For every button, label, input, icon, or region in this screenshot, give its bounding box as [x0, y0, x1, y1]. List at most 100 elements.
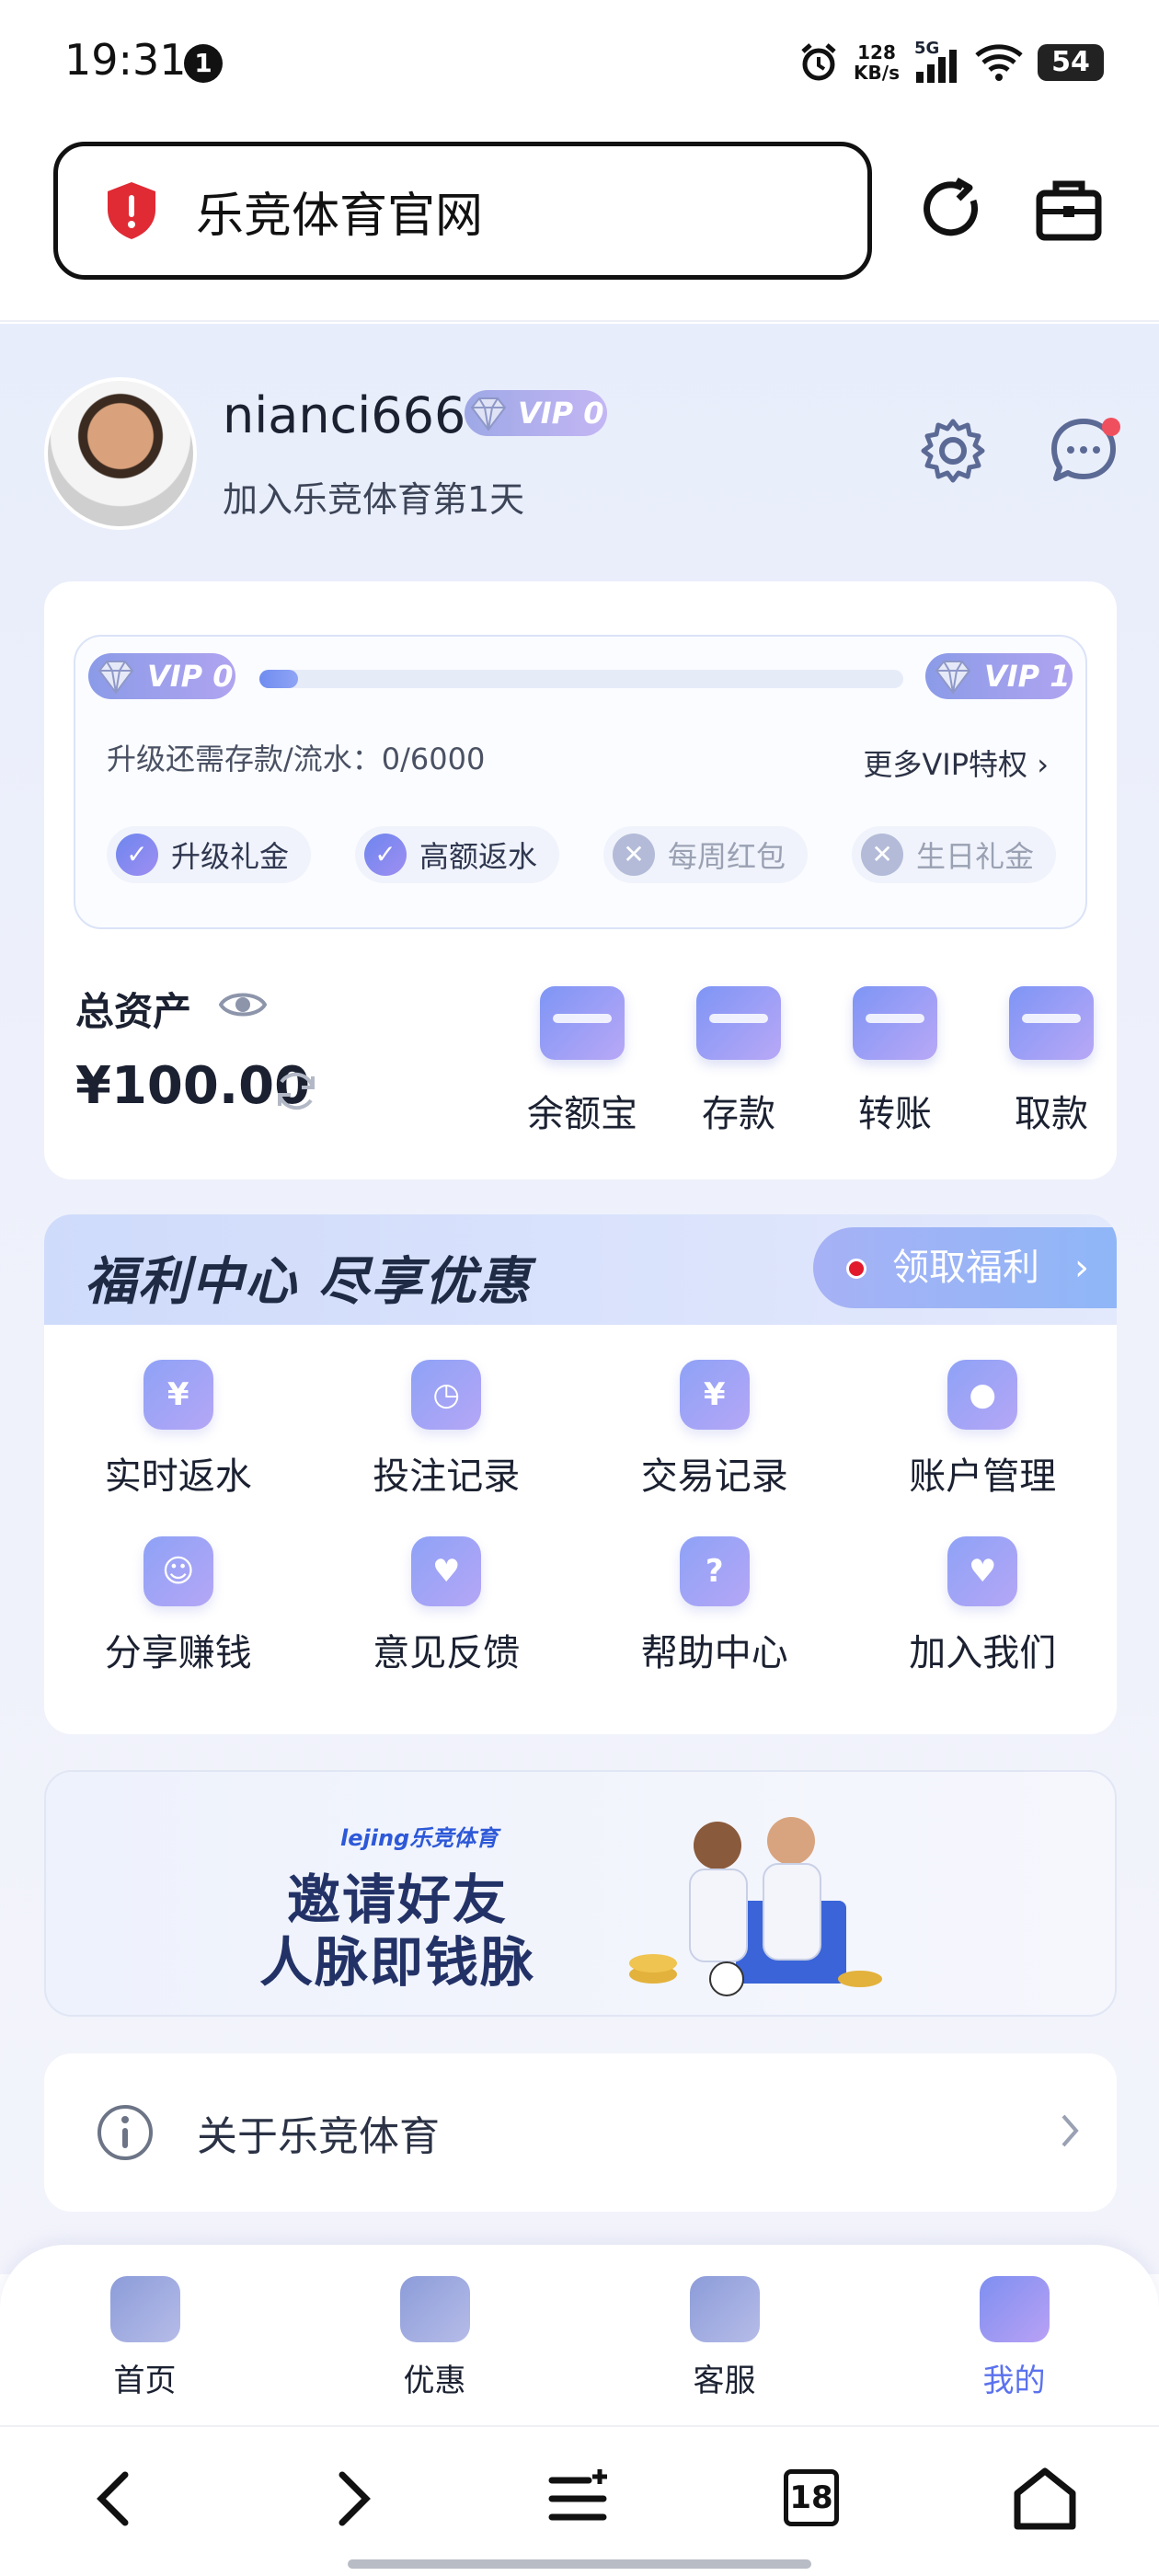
next-vip-pill: VIP 1	[925, 653, 1073, 699]
browser-nav-bar: 18	[0, 2425, 1159, 2576]
notification-count-badge: 1	[184, 44, 223, 83]
vip-progress-bar	[259, 670, 903, 688]
user-hexagon-icon: ●	[947, 1360, 1018, 1430]
calendar-yuan-icon: ¥	[679, 1360, 750, 1430]
withdraw-icon	[1009, 986, 1094, 1060]
perk-item: ✕ 每周红包	[603, 826, 809, 883]
promo-ticket-icon	[399, 2276, 470, 2342]
icon-glyph: ¥	[703, 1376, 726, 1413]
diamond-icon	[98, 661, 134, 695]
deposit-button[interactable]: 存款	[660, 986, 817, 1137]
status-time: 19:31	[64, 35, 187, 85]
signal-type: 5G	[914, 39, 940, 58]
welfare-item-join[interactable]: ♥ 加入我们	[849, 1536, 1118, 1676]
icon-glyph: ♥	[432, 1553, 461, 1590]
red-dot-icon	[846, 1259, 866, 1279]
fund-action-label: 取款	[1015, 1093, 1088, 1135]
tab-label: 优惠	[403, 2363, 466, 2399]
upgrade-requirement: 升级还需存款/流水：0/6000	[107, 742, 486, 776]
tab-count: 18	[784, 2469, 839, 2526]
claim-welfare-button[interactable]: 领取福利 ›	[813, 1227, 1117, 1308]
security-warning-shield-icon[interactable]	[104, 180, 159, 241]
more-vip-label: 更多VIP特权	[863, 747, 1028, 782]
about-row[interactable]: 关于乐竞体育	[44, 2053, 1117, 2212]
welfare-item-account[interactable]: ● 账户管理	[849, 1360, 1118, 1500]
forward-icon[interactable]	[315, 2462, 388, 2536]
transfer-icon	[853, 986, 937, 1060]
icon-glyph: ¥	[166, 1376, 189, 1413]
home-icon	[109, 2276, 180, 2342]
money-bag-icon: ¥	[143, 1360, 213, 1430]
chevron-right-icon: ›	[1074, 1247, 1089, 1289]
tab-profile[interactable]: 我的	[869, 2245, 1159, 2425]
welfare-item-transactions[interactable]: ¥ 交易记录	[580, 1360, 849, 1500]
welfare-item-rebate[interactable]: ¥ 实时返水	[44, 1360, 313, 1500]
reload-icon[interactable]	[916, 173, 990, 247]
check-icon: ✓	[364, 834, 407, 876]
transfer-button[interactable]: 转账	[817, 986, 973, 1137]
banner-subheadline: 人脉即钱脉	[259, 1931, 536, 1994]
invite-friends-banner[interactable]: lejing乐竞体育 邀请好友 人脉即钱脉	[44, 1770, 1117, 2017]
welfare-item-label: 账户管理	[909, 1455, 1057, 1498]
brand-logo: lejing乐竞体育	[340, 1825, 499, 1851]
main-content[interactable]: nianci666 VIP 0 加入乐竞体育第1天 VIP 0 VIP 1 升级…	[0, 324, 1159, 2274]
welfare-item-label: 加入我们	[909, 1632, 1057, 1674]
tab-promotions[interactable]: 优惠	[290, 2245, 580, 2425]
cell-signal-icon: 5G	[914, 39, 960, 83]
welfare-item-help[interactable]: ? 帮助中心	[580, 1536, 849, 1676]
welfare-item-label: 实时返水	[104, 1455, 252, 1498]
alarm-icon	[801, 43, 836, 81]
tab-label: 首页	[113, 2363, 177, 2399]
perk-label: 高额返水	[419, 839, 538, 874]
yuebao-button[interactable]: 余额宝	[504, 986, 660, 1137]
perk-item: ✓ 高额返水	[355, 826, 560, 883]
tab-customer-service[interactable]: 客服	[580, 2245, 869, 2425]
icon-glyph: ?	[705, 1553, 724, 1590]
vip-progress-fill	[259, 670, 298, 688]
toolbox-icon[interactable]	[1032, 173, 1106, 247]
total-assets-label: 总资产	[75, 989, 192, 1034]
status-icons: 128 KB/s 5G 54	[798, 37, 1104, 88]
icon-glyph: ☺	[162, 1553, 195, 1590]
info-icon	[98, 2105, 153, 2160]
tab-home[interactable]: 首页	[0, 2245, 290, 2425]
status-bar: 19:31 1 128 KB/s 5G 54	[0, 0, 1159, 129]
home-icon[interactable]	[1008, 2462, 1082, 2536]
welfare-item-label: 分享赚钱	[104, 1632, 252, 1674]
welfare-item-share[interactable]: ☺ 分享赚钱	[44, 1536, 313, 1676]
withdraw-button[interactable]: 取款	[973, 986, 1130, 1137]
icon-glyph: ◷	[432, 1376, 461, 1413]
tabs-button[interactable]: 18	[784, 2462, 857, 2536]
tab-label: 我的	[982, 2363, 1046, 2399]
settings-gear-icon[interactable]	[918, 416, 988, 486]
welfare-item-label: 意见反馈	[373, 1632, 521, 1674]
welfare-item-bet-records[interactable]: ◷ 投注记录	[313, 1360, 581, 1500]
join-heart-icon: ♥	[947, 1536, 1018, 1606]
chevron-right-icon: ›	[1037, 747, 1049, 782]
refresh-balance-icon[interactable]	[272, 1067, 320, 1115]
back-icon[interactable]	[79, 2462, 153, 2536]
fund-action-label: 余额宝	[527, 1093, 637, 1135]
calendar-clock-icon: ◷	[411, 1360, 482, 1430]
page-title: 乐竞体育官网	[196, 188, 484, 244]
welfare-center-card: 福利中心 尽享优惠 领取福利 › ¥ 实时返水 ◷ 投注记录 ¥ 交易记录 ●	[44, 1214, 1117, 1734]
vip-assets-card: VIP 0 VIP 1 升级还需存款/流水：0/6000 更多VIP特权 › ✓…	[44, 581, 1117, 1179]
address-bar[interactable]: 乐竞体育官网	[53, 142, 872, 280]
welfare-item-feedback[interactable]: ♥ 意见反馈	[313, 1536, 581, 1676]
eye-icon[interactable]	[219, 986, 267, 1023]
players-illustration	[629, 1817, 882, 1996]
headset-icon	[689, 2276, 760, 2342]
welfare-grid: ¥ 实时返水 ◷ 投注记录 ¥ 交易记录 ● 账户管理 ☺ 分享赚钱 ♥ 意见反…	[44, 1360, 1117, 1676]
vip-progress-panel[interactable]: VIP 0 VIP 1 升级还需存款/流水：0/6000 更多VIP特权 › ✓…	[74, 635, 1087, 929]
more-vip-privileges-link[interactable]: 更多VIP特权 ›	[863, 742, 1049, 784]
network-speed-value: 128	[857, 41, 896, 63]
avatar[interactable]	[44, 377, 197, 530]
wallet-yuan-icon	[540, 986, 625, 1060]
current-vip-pill: VIP 0	[88, 653, 235, 699]
check-icon: ✓	[116, 834, 158, 876]
menu-icon[interactable]	[543, 2462, 616, 2536]
fund-action-label: 存款	[702, 1093, 775, 1135]
perk-label: 升级礼金	[171, 839, 290, 874]
battery-indicator: 54	[1038, 44, 1104, 81]
home-indicator[interactable]	[348, 2559, 811, 2569]
